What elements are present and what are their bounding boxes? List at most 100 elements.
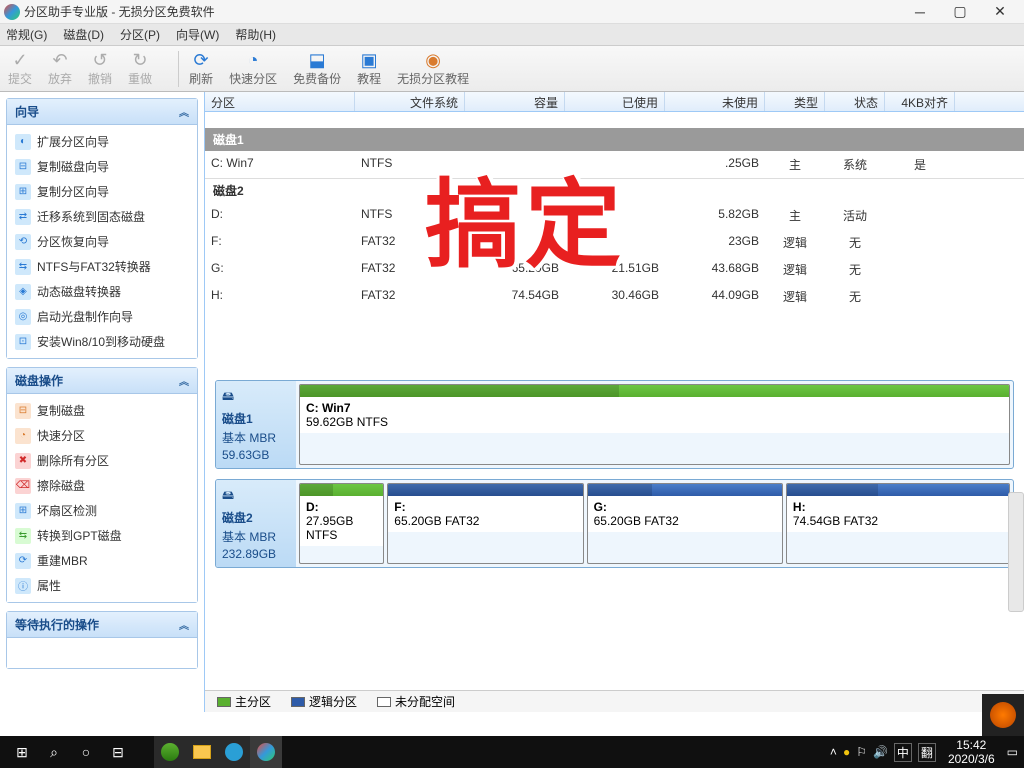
- disk1-header[interactable]: 磁盘1: [205, 128, 1024, 151]
- th-used[interactable]: 已使用: [565, 92, 665, 111]
- copy-icon: ⊟: [15, 403, 31, 419]
- taskbar: ⊞ ⌕ ○ ⊟ ˄ ● ⚐ 🔊 中 翻 15:422020/3/6 ▭: [0, 736, 1024, 768]
- tray-icon[interactable]: ●: [843, 745, 850, 759]
- op-quick-partition[interactable]: ◔快速分区: [7, 423, 197, 448]
- chevron-up-icon: ︽: [179, 373, 189, 388]
- wizard-copy-disk[interactable]: ⊟复制磁盘向导: [7, 154, 197, 179]
- wizard-extend[interactable]: ◐扩展分区向导: [7, 129, 197, 154]
- menu-wizard[interactable]: 向导(W): [176, 26, 219, 43]
- th-capacity[interactable]: 容量: [465, 92, 565, 111]
- th-status[interactable]: 状态: [825, 92, 885, 111]
- wizard-bootdisk[interactable]: ◎启动光盘制作向导: [7, 304, 197, 329]
- quick-partition-button[interactable]: ◔快速分区: [229, 50, 277, 87]
- op-rebuild-mbr[interactable]: ⟳重建MBR: [7, 548, 197, 573]
- table-row[interactable]: C: Win7NTFS.25GB主系统是: [205, 151, 1024, 178]
- diskops-panel-header[interactable]: 磁盘操作︽: [7, 368, 197, 394]
- taskbar-app-2[interactable]: [186, 736, 218, 768]
- dynamic-icon: ◈: [15, 284, 31, 300]
- legend-logical: 逻辑分区: [291, 693, 357, 710]
- clock[interactable]: 15:422020/3/6: [948, 738, 995, 767]
- notifications-icon[interactable]: ▭: [1007, 745, 1018, 759]
- refresh-button[interactable]: ⟳刷新: [189, 50, 213, 87]
- taskbar-app-4[interactable]: [250, 736, 282, 768]
- extend-icon: ◐: [15, 134, 31, 150]
- wizard-panel-header[interactable]: 向导︽: [7, 99, 197, 125]
- tutorial-button[interactable]: ▣教程: [357, 50, 381, 87]
- menu-disk[interactable]: 磁盘(D): [63, 26, 104, 43]
- op-delete-all[interactable]: ✖删除所有分区: [7, 448, 197, 473]
- disk1-visual[interactable]: 🖴 磁盘1 基本 MBR 59.63GB C: Win759.62GB NTFS: [215, 380, 1014, 469]
- th-unused[interactable]: 未使用: [665, 92, 765, 111]
- chevron-up-icon[interactable]: ˄: [830, 745, 837, 759]
- disk1-info: 🖴 磁盘1 基本 MBR 59.63GB: [216, 381, 296, 468]
- wipe-icon: ⌫: [15, 478, 31, 494]
- partition-h[interactable]: H:74.54GB FAT32: [786, 483, 1010, 564]
- partition-d[interactable]: D:27.95GB NTFS: [299, 483, 384, 564]
- cortana-button[interactable]: ○: [70, 736, 102, 768]
- ime-indicator[interactable]: 翻: [918, 743, 936, 762]
- taskbar-app-3[interactable]: [218, 736, 250, 768]
- chevron-up-icon: ︽: [179, 617, 189, 632]
- partition-g[interactable]: G:65.20GB FAT32: [587, 483, 783, 564]
- table-row[interactable]: D:NTFS5.82GB主活动: [205, 202, 1024, 229]
- commit-button[interactable]: ✓提交: [8, 50, 32, 87]
- disk2-header[interactable]: 磁盘2: [205, 178, 1024, 202]
- tutorial-icon: ▣: [361, 50, 378, 70]
- sun-icon: [990, 702, 1016, 728]
- pending-panel-header[interactable]: 等待执行的操作︽: [7, 612, 197, 638]
- backup-button[interactable]: ⬓免费备份: [293, 50, 341, 87]
- copy-disk-icon: ⊟: [15, 159, 31, 175]
- tray-icon[interactable]: ⚐: [856, 745, 867, 759]
- th-type[interactable]: 类型: [765, 92, 825, 111]
- op-wipe-disk[interactable]: ⌫擦除磁盘: [7, 473, 197, 498]
- table-row[interactable]: G:FAT3265.20GB21.51GB43.68GB逻辑无: [205, 256, 1024, 283]
- wizard-dynamic[interactable]: ◈动态磁盘转换器: [7, 279, 197, 304]
- mbr-icon: ⟳: [15, 553, 31, 569]
- menu-bar: 常规(G) 磁盘(D) 分区(P) 向导(W) 帮助(H): [0, 24, 1024, 46]
- start-button[interactable]: ⊞: [6, 736, 38, 768]
- th-partition[interactable]: 分区: [205, 92, 355, 111]
- disk-icon: 🖴: [222, 387, 290, 408]
- th-align[interactable]: 4KB对齐: [885, 92, 955, 111]
- minimize-button[interactable]: ─: [900, 0, 940, 24]
- maximize-button[interactable]: ▢: [940, 0, 980, 24]
- app-icon: [4, 4, 20, 20]
- vertical-scrollbar[interactable]: [1008, 492, 1024, 612]
- ime-indicator[interactable]: 中: [894, 743, 912, 762]
- lossless-tutorial-button[interactable]: ◉无损分区教程: [397, 50, 469, 87]
- table-row[interactable]: H:FAT3274.54GB30.46GB44.09GB逻辑无: [205, 283, 1024, 310]
- wizard-wintogo[interactable]: ⊡安装Win8/10到移动硬盘: [7, 329, 197, 354]
- disk-visual-area: 🖴 磁盘1 基本 MBR 59.63GB C: Win759.62GB NTFS…: [205, 370, 1024, 588]
- volume-icon[interactable]: 🔊: [873, 745, 888, 759]
- menu-partition[interactable]: 分区(P): [120, 26, 160, 43]
- taskbar-app-1[interactable]: [154, 736, 186, 768]
- discard-button[interactable]: ↶放弃: [48, 50, 72, 87]
- wizard-recover[interactable]: ⟲分区恢复向导: [7, 229, 197, 254]
- lossless-icon: ◉: [425, 50, 441, 70]
- redo-button[interactable]: ↻重做: [128, 50, 152, 87]
- op-bad-sector[interactable]: ⊞坏扇区检测: [7, 498, 197, 523]
- tray-widget[interactable]: [982, 694, 1024, 736]
- undo-icon: ↺: [92, 50, 107, 70]
- partition-c[interactable]: C: Win759.62GB NTFS: [299, 384, 1010, 465]
- copy-part-icon: ⊞: [15, 184, 31, 200]
- close-button[interactable]: ✕: [980, 0, 1020, 24]
- search-button[interactable]: ⌕: [38, 736, 70, 768]
- wizard-migrate-ssd[interactable]: ⇄迁移系统到固态磁盘: [7, 204, 197, 229]
- table-row[interactable]: F:FAT3223GB逻辑无: [205, 229, 1024, 256]
- partition-f[interactable]: F:65.20GB FAT32: [387, 483, 583, 564]
- op-convert-gpt[interactable]: ⇆转换到GPT磁盘: [7, 523, 197, 548]
- table-header: 分区 文件系统 容量 已使用 未使用 类型 状态 4KB对齐: [205, 92, 1024, 112]
- menu-help[interactable]: 帮助(H): [235, 26, 276, 43]
- disk2-visual[interactable]: 🖴 磁盘2 基本 MBR 232.89GB D:27.95GB NTFS F:6…: [215, 479, 1014, 568]
- menu-general[interactable]: 常规(G): [6, 26, 47, 43]
- op-properties[interactable]: ⓘ属性: [7, 573, 197, 598]
- op-copy-disk[interactable]: ⊟复制磁盘: [7, 398, 197, 423]
- content-area: 分区 文件系统 容量 已使用 未使用 类型 状态 4KB对齐 磁盘1 C: Wi…: [205, 92, 1024, 712]
- undo-button[interactable]: ↺撤销: [88, 50, 112, 87]
- wizard-copy-partition[interactable]: ⊞复制分区向导: [7, 179, 197, 204]
- taskview-button[interactable]: ⊟: [102, 736, 134, 768]
- wizard-ntfs-fat32[interactable]: ⇆NTFS与FAT32转换器: [7, 254, 197, 279]
- th-fs[interactable]: 文件系统: [355, 92, 465, 111]
- system-tray[interactable]: ˄ ● ⚐ 🔊 中 翻 15:422020/3/6 ▭: [830, 738, 1018, 767]
